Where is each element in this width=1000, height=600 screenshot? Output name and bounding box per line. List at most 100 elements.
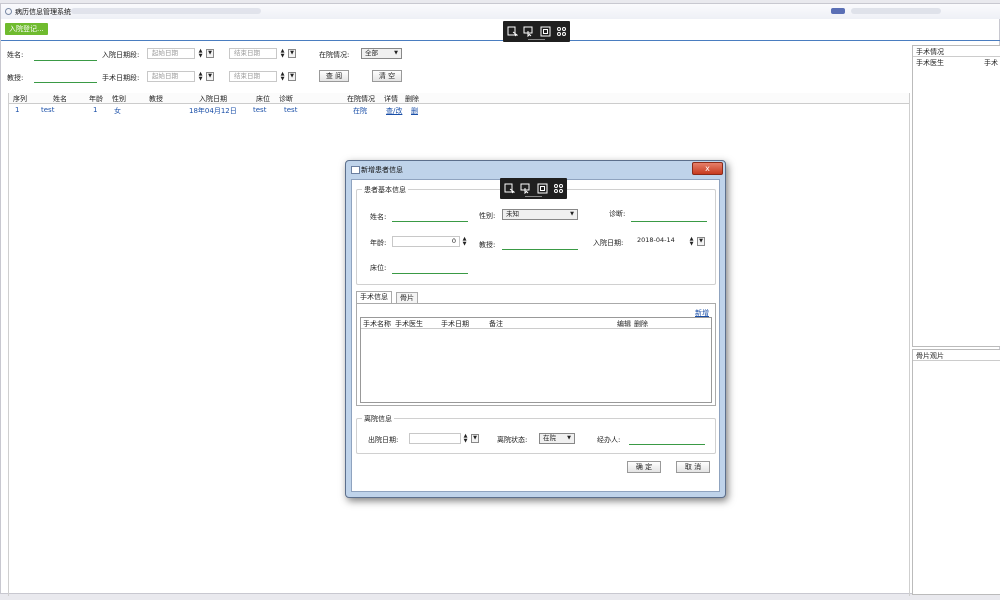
ok-button[interactable]: 确 定	[627, 461, 661, 473]
col-admit-date[interactable]: 入院日期	[199, 94, 227, 104]
discharge-date-input[interactable]	[409, 433, 461, 444]
admit-start-date[interactable]: 起始日期	[147, 48, 195, 59]
cancel-button[interactable]: 取 消	[676, 461, 710, 473]
col-diagnosis[interactable]: 诊断	[279, 94, 293, 104]
app-icon	[5, 8, 12, 15]
col-detail[interactable]: 详情	[384, 94, 398, 104]
dlg-professor-input[interactable]	[502, 249, 578, 250]
dlg-gender-select[interactable]: 未知 ▼	[502, 209, 578, 220]
admit-date-label: 入院日期段:	[102, 51, 140, 59]
dlg-gender-value: 未知	[506, 210, 519, 218]
admit-end-date[interactable]: 结束日期	[229, 48, 277, 59]
col-surgery-date[interactable]: 手术日期	[441, 319, 469, 329]
col-name[interactable]: 姓名	[53, 94, 67, 104]
surgery-end-date[interactable]: 结束日期	[229, 71, 277, 82]
detail-link[interactable]: 查/改	[386, 106, 402, 116]
discharge-title: 离院信息	[362, 414, 394, 424]
row-gender: 女	[114, 107, 121, 115]
floating-toolbar	[503, 21, 570, 42]
dlg-gender-label: 性别:	[479, 212, 496, 220]
dlg-name-input[interactable]	[392, 221, 468, 222]
toolbar-handle[interactable]	[525, 196, 542, 197]
tray-text	[851, 8, 941, 14]
delete-link[interactable]: 删	[411, 106, 418, 116]
tab-xray[interactable]: 骨片	[396, 292, 418, 303]
col-surgery-edit[interactable]: 编辑	[617, 319, 631, 329]
chevron-down-icon: ▼	[567, 435, 571, 441]
admit-start-spinner[interactable]: ▲ ▼	[197, 49, 204, 59]
col-surgery-doctor[interactable]: 手术医生	[395, 319, 423, 329]
title-bar: 病历信息管理系统	[1, 4, 1000, 19]
col-gender[interactable]: 性别	[112, 94, 126, 104]
dlg-diagnosis-label: 诊断:	[609, 210, 626, 218]
dlg-age-label: 年龄:	[370, 239, 387, 247]
row-name: test	[41, 106, 55, 114]
name-input[interactable]	[34, 60, 97, 61]
handler-input[interactable]	[629, 444, 705, 445]
basic-info-group: 患者基本信息 姓名: 性别: 未知 ▼ 诊断: 年龄: 0 ▲ ▼ 教授: 入院日期…	[356, 185, 716, 285]
admit-end-dropdown[interactable]: ▼	[288, 49, 296, 58]
admit-end-spinner[interactable]: ▲ ▼	[279, 49, 286, 59]
settings-icon[interactable]	[553, 183, 564, 194]
col-age[interactable]: 年龄	[89, 94, 103, 104]
surgery-start-spinner[interactable]: ▲ ▼	[197, 72, 204, 82]
frame-icon[interactable]	[540, 26, 551, 37]
discharge-date-dropdown[interactable]: ▼	[471, 434, 479, 443]
surgery-start-date[interactable]: 起始日期	[147, 71, 195, 82]
basic-info-title: 患者基本信息	[362, 185, 408, 195]
dlg-professor-label: 教授:	[479, 241, 496, 249]
col-delete[interactable]: 删除	[405, 94, 419, 104]
professor-input[interactable]	[34, 82, 97, 83]
surgery-col-surgery: 手术	[984, 59, 998, 67]
screenshot-icon[interactable]	[507, 26, 518, 37]
clear-button[interactable]: 清 空	[372, 70, 402, 82]
dlg-admit-date-input[interactable]: 2018-04-14	[633, 236, 687, 247]
discharge-status-select[interactable]: 在院 ▼	[539, 433, 575, 444]
col-bed[interactable]: 床位	[256, 94, 270, 104]
surgery-table-header: 手术名称 手术医生 手术日期 备注 编辑 删除	[361, 318, 711, 329]
pointer-icon[interactable]	[523, 26, 534, 37]
new-patient-dialog: 新增患者信息 x 患者基本信息 姓名: 性别: 未知 ▼ 诊断: 年龄: 0 ▲ ▼…	[345, 160, 726, 498]
screenshot-icon[interactable]	[504, 183, 515, 194]
pointer-icon[interactable]	[520, 183, 531, 194]
status-select[interactable]: 全部 ▼	[361, 48, 402, 59]
discharge-date-spinner[interactable]: ▲ ▼	[462, 434, 469, 444]
col-surgery-note[interactable]: 备注	[489, 319, 503, 329]
surgery-end-dropdown[interactable]: ▼	[288, 72, 296, 81]
close-icon[interactable]: x	[692, 162, 723, 175]
chevron-down-icon: ▼	[570, 211, 574, 217]
frame-icon[interactable]	[537, 183, 548, 194]
col-surgery-delete[interactable]: 删除	[634, 319, 648, 329]
surgery-end-spinner[interactable]: ▲ ▼	[279, 72, 286, 82]
panel-divider	[913, 360, 1000, 361]
row-age: 1	[93, 106, 98, 114]
dialog-body: 患者基本信息 姓名: 性别: 未知 ▼ 诊断: 年龄: 0 ▲ ▼ 教授: 入院日期…	[351, 179, 720, 492]
row-bed: test	[253, 106, 267, 114]
handler-label: 经办人:	[597, 436, 621, 444]
toolbar-handle[interactable]	[528, 39, 545, 40]
col-surgery-name[interactable]: 手术名称	[363, 319, 391, 329]
dlg-age-spinner[interactable]: ▲ ▼	[461, 237, 468, 247]
dlg-admit-date-spinner[interactable]: ▲ ▼	[688, 237, 695, 247]
query-button[interactable]: 查 阅	[319, 70, 349, 82]
register-button[interactable]: 入院登记...	[5, 23, 48, 35]
dlg-bed-input[interactable]	[392, 273, 468, 274]
settings-icon[interactable]	[556, 26, 567, 37]
dlg-admit-date-dropdown[interactable]: ▼	[697, 237, 705, 246]
surgery-table: 手术名称 手术医生 手术日期 备注 编辑 删除	[360, 317, 712, 403]
row-seq: 1	[15, 106, 20, 114]
dlg-age-input[interactable]: 0	[392, 236, 460, 247]
surgery-start-dropdown[interactable]: ▼	[206, 72, 214, 81]
col-seq[interactable]: 序列	[13, 94, 27, 104]
table-row[interactable]: 1 test 1 女 18年04月12日 test test 在院 查/改 删	[9, 105, 909, 115]
admit-start-dropdown[interactable]: ▼	[206, 49, 214, 58]
discharge-date-label: 出院日期:	[368, 436, 399, 444]
tab-surgery[interactable]: 手术信息	[356, 291, 392, 303]
table-header: 序列 姓名 年龄 性别 教授 入院日期 床位 诊断 在院情况 详情 删除	[9, 93, 909, 104]
col-professor[interactable]: 教授	[149, 94, 163, 104]
col-status[interactable]: 在院情况	[347, 94, 375, 104]
dlg-diagnosis-input[interactable]	[631, 221, 707, 222]
tray-icon	[831, 8, 845, 14]
row-diagnosis: test	[284, 106, 298, 114]
surgery-col-doctor: 手术医生	[916, 59, 944, 67]
